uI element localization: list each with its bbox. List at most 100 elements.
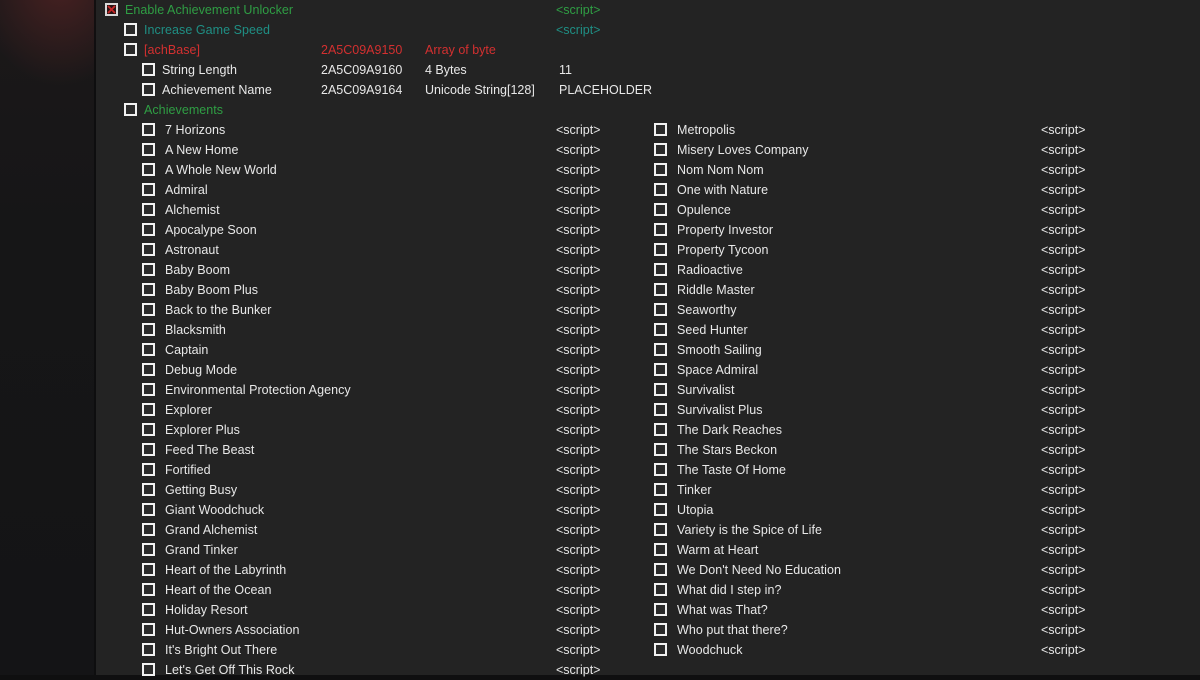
achievement-row[interactable]: The Stars Beckon <script>: [654, 440, 1200, 460]
achievement-checkbox[interactable]: [142, 383, 155, 396]
achievement-row[interactable]: Baby Boom Plus <script>: [96, 280, 656, 300]
achievement-row[interactable]: Fortified <script>: [96, 460, 656, 480]
achievement-row[interactable]: Who put that there? <script>: [654, 620, 1200, 640]
achievement-row[interactable]: Property Tycoon <script>: [654, 240, 1200, 260]
achievement-row[interactable]: Space Admiral <script>: [654, 360, 1200, 380]
achievement-row[interactable]: Property Investor <script>: [654, 220, 1200, 240]
achievement-row[interactable]: A Whole New World <script>: [96, 160, 656, 180]
achievement-row[interactable]: Baby Boom <script>: [96, 260, 656, 280]
achievement-row[interactable]: Debug Mode <script>: [96, 360, 656, 380]
achievement-checkbox[interactable]: [142, 303, 155, 316]
row-checkbox[interactable]: [105, 3, 118, 16]
achievement-checkbox[interactable]: [142, 503, 155, 516]
tree-row[interactable]: Achievements: [96, 100, 1200, 120]
achievement-row[interactable]: Opulence <script>: [654, 200, 1200, 220]
achievement-row[interactable]: Survivalist <script>: [654, 380, 1200, 400]
achievement-row[interactable]: Seaworthy <script>: [654, 300, 1200, 320]
row-checkbox[interactable]: [142, 63, 155, 76]
achievement-row[interactable]: Astronaut <script>: [96, 240, 656, 260]
achievement-checkbox[interactable]: [654, 643, 667, 656]
tree-row[interactable]: String Length 2A5C09A9160 4 Bytes 11: [96, 60, 1200, 80]
achievement-checkbox[interactable]: [654, 463, 667, 476]
achievement-row[interactable]: Warm at Heart <script>: [654, 540, 1200, 560]
achievement-row[interactable]: Smooth Sailing <script>: [654, 340, 1200, 360]
achievement-checkbox[interactable]: [654, 183, 667, 196]
achievement-checkbox[interactable]: [654, 263, 667, 276]
achievement-checkbox[interactable]: [142, 203, 155, 216]
achievement-checkbox[interactable]: [654, 403, 667, 416]
achievement-checkbox[interactable]: [654, 623, 667, 636]
achievement-checkbox[interactable]: [142, 403, 155, 416]
achievement-checkbox[interactable]: [142, 163, 155, 176]
row-checkbox[interactable]: [124, 23, 137, 36]
achievement-checkbox[interactable]: [654, 563, 667, 576]
achievement-row[interactable]: Woodchuck <script>: [654, 640, 1200, 660]
tree-row[interactable]: Enable Achievement Unlocker <script>: [96, 0, 1200, 20]
row-checkbox[interactable]: [142, 83, 155, 96]
achievement-row[interactable]: A New Home <script>: [96, 140, 656, 160]
achievement-row[interactable]: Blacksmith <script>: [96, 320, 656, 340]
achievement-checkbox[interactable]: [142, 483, 155, 496]
achievement-row[interactable]: The Taste Of Home <script>: [654, 460, 1200, 480]
achievement-checkbox[interactable]: [142, 323, 155, 336]
achievement-checkbox[interactable]: [142, 643, 155, 656]
achievement-checkbox[interactable]: [142, 443, 155, 456]
achievement-row[interactable]: Explorer <script>: [96, 400, 656, 420]
achievement-row[interactable]: It's Bright Out There <script>: [96, 640, 656, 660]
row-checkbox[interactable]: [124, 43, 137, 56]
tree-row[interactable]: [achBase] 2A5C09A9150 Array of byte: [96, 40, 1200, 60]
achievement-row[interactable]: Apocalype Soon <script>: [96, 220, 656, 240]
achievement-row[interactable]: Admiral <script>: [96, 180, 656, 200]
achievement-row[interactable]: Survivalist Plus <script>: [654, 400, 1200, 420]
achievement-row[interactable]: What did I step in? <script>: [654, 580, 1200, 600]
achievement-checkbox[interactable]: [654, 503, 667, 516]
achievement-row[interactable]: Tinker <script>: [654, 480, 1200, 500]
achievement-checkbox[interactable]: [654, 423, 667, 436]
achievement-checkbox[interactable]: [654, 223, 667, 236]
achievement-checkbox[interactable]: [142, 663, 155, 676]
achievement-row[interactable]: Back to the Bunker <script>: [96, 300, 656, 320]
achievement-row[interactable]: Holiday Resort <script>: [96, 600, 656, 620]
achievement-row[interactable]: Heart of the Labyrinth <script>: [96, 560, 656, 580]
achievement-checkbox[interactable]: [142, 123, 155, 136]
achievement-checkbox[interactable]: [654, 383, 667, 396]
achievement-checkbox[interactable]: [142, 183, 155, 196]
achievement-row[interactable]: Radioactive <script>: [654, 260, 1200, 280]
achievement-row[interactable]: Riddle Master <script>: [654, 280, 1200, 300]
achievement-checkbox[interactable]: [654, 243, 667, 256]
tree-row[interactable]: Achievement Name 2A5C09A9164 Unicode Strin…: [96, 80, 1200, 100]
achievement-row[interactable]: Hut-Owners Association <script>: [96, 620, 656, 640]
achievement-checkbox[interactable]: [654, 343, 667, 356]
achievement-checkbox[interactable]: [654, 163, 667, 176]
achievement-row[interactable]: Variety is the Spice of Life <script>: [654, 520, 1200, 540]
achievement-checkbox[interactable]: [654, 443, 667, 456]
achievement-checkbox[interactable]: [654, 203, 667, 216]
achievement-row[interactable]: Environmental Protection Agency <script>: [96, 380, 656, 400]
achievement-checkbox[interactable]: [142, 143, 155, 156]
achievement-row[interactable]: Let's Get Off This Rock <script>: [96, 660, 656, 680]
achievement-checkbox[interactable]: [142, 263, 155, 276]
achievement-checkbox[interactable]: [142, 223, 155, 236]
achievement-checkbox[interactable]: [142, 243, 155, 256]
achievement-checkbox[interactable]: [142, 283, 155, 296]
achievement-checkbox[interactable]: [142, 563, 155, 576]
achievement-checkbox[interactable]: [142, 543, 155, 556]
achievement-row[interactable]: Giant Woodchuck <script>: [96, 500, 656, 520]
achievement-checkbox[interactable]: [142, 343, 155, 356]
achievement-checkbox[interactable]: [654, 123, 667, 136]
achievement-checkbox[interactable]: [142, 423, 155, 436]
achievement-checkbox[interactable]: [654, 283, 667, 296]
achievement-row[interactable]: The Dark Reaches <script>: [654, 420, 1200, 440]
achievement-checkbox[interactable]: [142, 363, 155, 376]
achievement-checkbox[interactable]: [142, 583, 155, 596]
achievement-checkbox[interactable]: [654, 543, 667, 556]
achievement-checkbox[interactable]: [654, 363, 667, 376]
achievement-row[interactable]: Metropolis <script>: [654, 120, 1200, 140]
achievement-row[interactable]: Getting Busy <script>: [96, 480, 656, 500]
achievement-row[interactable]: Heart of the Ocean <script>: [96, 580, 656, 600]
achievement-row[interactable]: Grand Alchemist <script>: [96, 520, 656, 540]
achievement-checkbox[interactable]: [142, 603, 155, 616]
achievement-row[interactable]: One with Nature <script>: [654, 180, 1200, 200]
achievement-row[interactable]: Nom Nom Nom <script>: [654, 160, 1200, 180]
achievement-checkbox[interactable]: [654, 323, 667, 336]
